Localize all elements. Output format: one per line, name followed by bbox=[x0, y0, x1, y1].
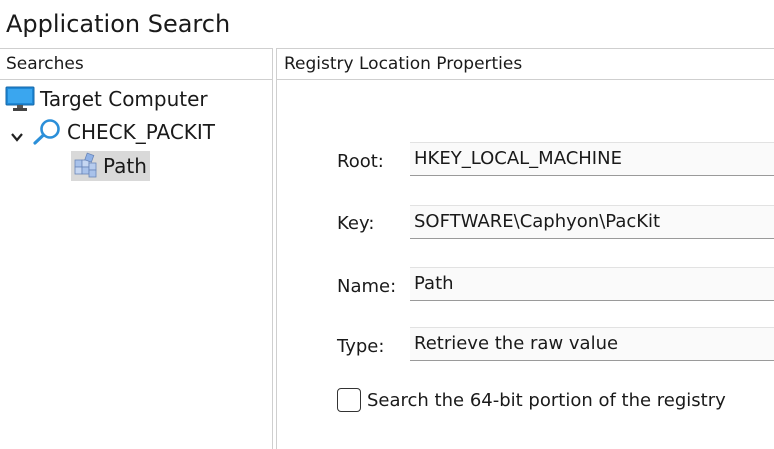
tree-node-target-computer[interactable]: Target Computer bbox=[5, 86, 208, 112]
name-label: Name: bbox=[337, 276, 397, 297]
type-label: Type: bbox=[337, 336, 385, 357]
tree-node-path[interactable]: Path bbox=[71, 151, 150, 181]
monitor-icon bbox=[5, 86, 35, 112]
key-field[interactable]: SOFTWARE\Caphyon\PacKit bbox=[410, 205, 774, 239]
chevron-down-icon[interactable] bbox=[10, 125, 24, 142]
search-64bit-checkbox[interactable] bbox=[337, 388, 361, 412]
type-select[interactable]: Retrieve the raw value bbox=[410, 327, 774, 361]
key-label: Key: bbox=[337, 213, 375, 234]
registry-icon bbox=[71, 151, 101, 181]
magnifier-icon bbox=[32, 118, 62, 146]
tree-node-label: CHECK_PACKIT bbox=[67, 120, 216, 144]
name-field[interactable]: Path bbox=[410, 267, 774, 301]
tree-node-check-packit[interactable]: CHECK_PACKIT bbox=[10, 118, 215, 146]
root-label: Root: bbox=[337, 151, 384, 172]
window-title: Application Search bbox=[6, 10, 231, 38]
search-64bit-label: Search the 64-bit portion of the registr… bbox=[367, 389, 726, 411]
properties-panel-header: Registry Location Properties bbox=[277, 49, 774, 80]
tree-node-label: Target Computer bbox=[40, 87, 208, 111]
root-field[interactable]: HKEY_LOCAL_MACHINE bbox=[410, 142, 774, 176]
searches-panel-header: Searches bbox=[0, 49, 272, 80]
search-64bit-row[interactable]: Search the 64-bit portion of the registr… bbox=[337, 388, 726, 412]
tree-node-label: Path bbox=[101, 151, 150, 181]
